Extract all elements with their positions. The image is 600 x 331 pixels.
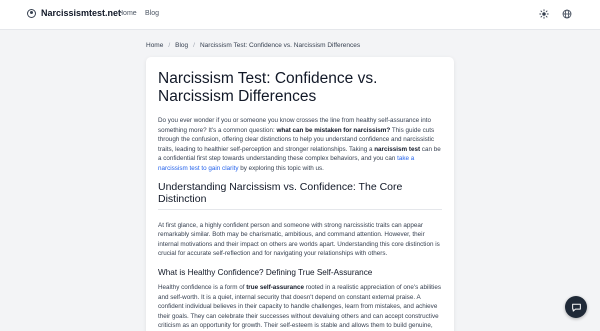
article-content: Narcissism Test: Confidence vs. Narcissi… <box>158 70 442 331</box>
chat-button[interactable] <box>565 296 587 318</box>
top-navbar: Narcissismtest.net Home Blog <box>0 0 600 30</box>
intro-bold-term: narcissism test <box>374 145 421 153</box>
breadcrumb-current: Narcissism Test: Confidence vs. Narcissi… <box>199 42 361 49</box>
breadcrumb-blog[interactable]: Blog <box>175 42 188 49</box>
section-paragraph: At first glance, a highly confident pers… <box>158 221 440 258</box>
breadcrumb-home[interactable]: Home <box>146 42 163 49</box>
brand-name: Narcissismtest.net <box>41 8 122 18</box>
section-heading: Understanding Narcissism vs. Confidence:… <box>158 181 442 210</box>
subsection-paragraph: Healthy confidence is a form of true sel… <box>158 283 442 331</box>
globe-icon[interactable] <box>560 7 574 21</box>
subsection-bold-term: true self-assurance <box>246 283 304 291</box>
brand-logo-icon <box>27 8 36 18</box>
nav-blog-link[interactable]: Blog <box>145 10 159 17</box>
intro-text: by exploring this topic with us. <box>238 164 324 172</box>
subsection-text: Healthy confidence is a form of <box>158 283 247 291</box>
breadcrumb: Home / Blog / Narcissism Test: Confidenc… <box>146 42 360 49</box>
nav-home-link[interactable]: Home <box>118 10 137 17</box>
intro-bold-question: what can be mistaken for narcissism? <box>276 126 391 134</box>
article-title: Narcissism Test: Confidence vs. Narcissi… <box>158 70 378 105</box>
intro-paragraph: Do you ever wonder if you or someone you… <box>158 116 442 174</box>
chat-icon <box>571 303 581 312</box>
sun-icon[interactable] <box>537 7 551 21</box>
brand[interactable]: Narcissismtest.net <box>27 8 121 18</box>
breadcrumb-separator: / <box>168 42 171 49</box>
subsection-heading: What is Healthy Confidence? Defining Tru… <box>158 267 373 277</box>
breadcrumb-separator: / <box>193 42 195 49</box>
